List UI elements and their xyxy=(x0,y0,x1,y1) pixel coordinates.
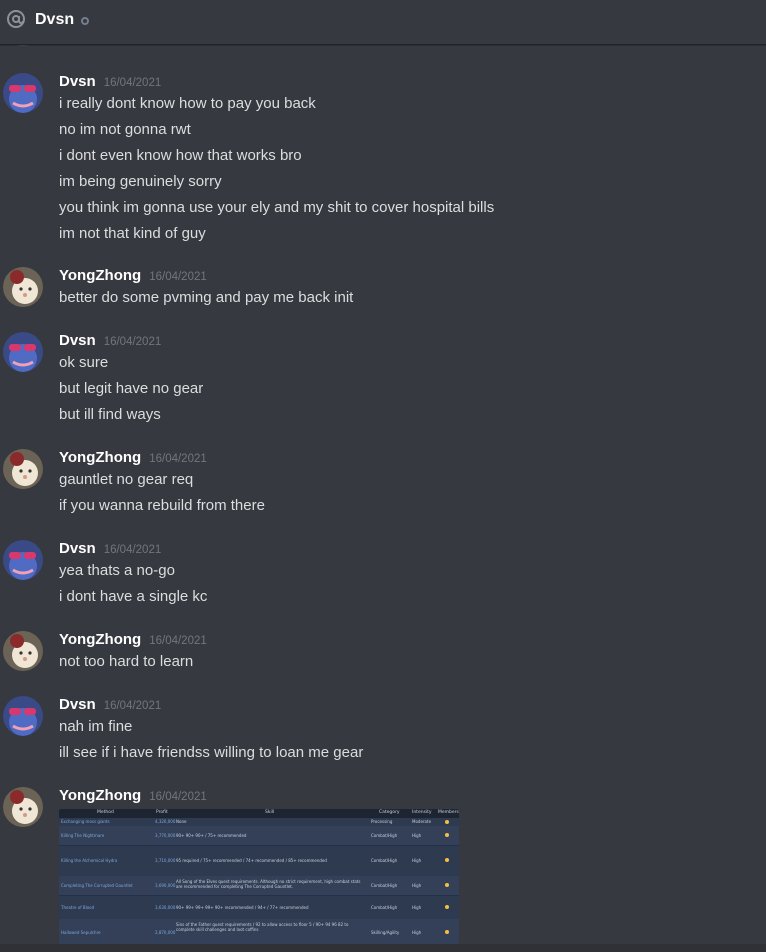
message-timestamp: 16/04/2021 xyxy=(149,453,207,465)
message-text: if you wanna rebuild from there xyxy=(59,497,265,514)
message-author[interactable]: YongZhong 16/04/2021 xyxy=(59,449,207,466)
method-cell: Completing The Corrupted Gauntlet xyxy=(61,883,133,888)
message-text: no im not gonna rwt xyxy=(59,121,191,138)
members-star-icon xyxy=(445,905,449,909)
message-timestamp: 16/04/2021 xyxy=(103,77,162,89)
members-star-icon xyxy=(445,930,449,934)
method-cell: Hallowed Sepulchre xyxy=(61,930,101,935)
column-header: Intensity xyxy=(412,810,432,815)
message-text: but legit have no gear xyxy=(59,380,204,397)
category-cell: Combat/High xyxy=(371,905,398,910)
avatar-yongzhong[interactable] xyxy=(3,631,43,671)
avatar-dvsn[interactable] xyxy=(3,540,43,580)
image-attachment[interactable]: Method Profit Skill Category Intensity M… xyxy=(59,809,459,944)
members-star-icon xyxy=(445,883,449,887)
method-cell: Killing The Nightmare xyxy=(61,833,105,838)
skill-cell: Sins of the Father quest requirements / … xyxy=(176,922,349,932)
category-cell: Skilling/Agility xyxy=(371,930,400,935)
table-row: Completing The Corrupted Gauntlet 3,690,… xyxy=(59,876,459,896)
category-cell: Processing xyxy=(371,819,393,824)
message-text: i really dont know how to pay you back xyxy=(59,95,316,112)
message-timestamp: 16/04/2021 xyxy=(149,791,207,803)
column-header: Category xyxy=(379,810,400,815)
message-text: im being genuinely sorry xyxy=(59,173,222,190)
message-text: ok sure xyxy=(59,354,109,371)
category-cell: Combat/High xyxy=(371,883,398,888)
message-author[interactable]: YongZhong 16/04/2021 xyxy=(59,787,207,804)
column-header: Skill xyxy=(265,810,275,815)
message-timestamp: 16/04/2021 xyxy=(103,544,162,556)
message-text: you think im gonna use your ely and my s… xyxy=(59,199,495,216)
avatar-yongzhong[interactable] xyxy=(3,267,43,307)
skill-cell: None xyxy=(176,819,187,824)
method-cell: Theatre of Blood xyxy=(61,905,95,910)
message-author[interactable]: Dvsn 16/04/2021 xyxy=(59,696,161,713)
message-author[interactable]: Dvsn 16/04/2021 xyxy=(59,332,161,349)
avatar-dvsn[interactable] xyxy=(3,73,43,113)
message-text: gauntlet no gear req xyxy=(59,471,194,488)
message-text: im not that kind of guy xyxy=(59,225,206,242)
method-cell: Killing the Alchemical Hydra xyxy=(61,858,118,863)
skill-cell: 90+ 99+ 99+ 99+ 90+ recommended / 94+ / … xyxy=(176,905,309,910)
message-text: yea thats a no-go xyxy=(59,562,175,579)
message-author[interactable]: Dvsn 16/04/2021 xyxy=(59,73,161,90)
table-row: Hallowed Sepulchre 2,870,000 Sins of the… xyxy=(59,919,459,944)
channel-name[interactable]: Dvsn xyxy=(35,11,74,29)
message-text: i dont even know how that works bro xyxy=(59,147,302,164)
skill-cell: 90+ 90+ 90+ / 75+ recommended xyxy=(176,833,247,838)
members-star-icon xyxy=(445,820,449,824)
profit-cell: 3,690,000 xyxy=(155,883,176,888)
message-author[interactable]: Dvsn 16/04/2021 xyxy=(59,540,161,557)
intensity-cell: High xyxy=(412,833,422,838)
message-text: not too hard to learn xyxy=(59,653,194,670)
avatar-dvsn[interactable] xyxy=(3,696,43,736)
profit-cell: 3,770,000 xyxy=(155,833,176,838)
column-header: Profit xyxy=(156,810,168,815)
message-text: i dont have a single kc xyxy=(59,588,208,605)
message-text: but ill find ways xyxy=(59,406,161,423)
at-icon xyxy=(7,10,25,28)
message-author[interactable]: YongZhong 16/04/2021 xyxy=(59,267,207,284)
profit-cell: 2,870,000 xyxy=(155,930,176,935)
profit-cell: 4,320,000 xyxy=(155,819,176,824)
column-header: Method xyxy=(97,810,114,815)
table-row: Theatre of Blood 3,630,000 90+ 99+ 99+ 9… xyxy=(59,895,459,920)
message-composer-edge xyxy=(0,944,766,952)
avatar-yongzhong[interactable] xyxy=(3,449,43,489)
message-text: better do some pvming and pay me back in… xyxy=(59,289,354,306)
intensity-cell: High xyxy=(412,883,422,888)
avatar-dvsn[interactable] xyxy=(3,332,43,372)
intensity-cell: High xyxy=(412,930,422,935)
offline-status-icon xyxy=(81,17,89,25)
table-row: Killing the Alchemical Hydra 3,710,000 9… xyxy=(59,845,459,877)
message-text: nah im fine xyxy=(59,718,133,735)
members-star-icon xyxy=(445,858,449,862)
intensity-cell: High xyxy=(412,905,422,910)
intensity-cell: High xyxy=(412,858,422,863)
message-text: ill see if i have friendss willing to lo… xyxy=(59,744,364,761)
message-timestamp: 16/04/2021 xyxy=(103,700,162,712)
profit-cell: 3,630,000 xyxy=(155,905,176,910)
message-timestamp: 16/04/2021 xyxy=(149,635,207,647)
avatar-yongzhong[interactable] xyxy=(3,787,43,827)
category-cell: Combat/High xyxy=(371,833,398,838)
intensity-cell: Moderate xyxy=(412,819,432,824)
message-author[interactable]: YongZhong 16/04/2021 xyxy=(59,631,207,648)
channel-header: Dvsn xyxy=(0,0,766,45)
table-row: Killing The Nightmare 3,770,000 90+ 90+ … xyxy=(59,826,459,846)
profit-cell: 3,710,000 xyxy=(155,858,176,863)
members-star-icon xyxy=(445,833,449,837)
message-timestamp: 16/04/2021 xyxy=(103,336,162,348)
column-header: Members xyxy=(438,810,459,815)
category-cell: Combat/High xyxy=(371,858,398,863)
skill-cell: 95 required / 75+ recommended / 74+ reco… xyxy=(176,858,327,863)
message-timestamp: 16/04/2021 xyxy=(149,271,207,283)
skill-cell: All Song of the Elves quest requirements… xyxy=(176,879,361,889)
method-cell: Exchanging moss giants xyxy=(61,819,110,824)
